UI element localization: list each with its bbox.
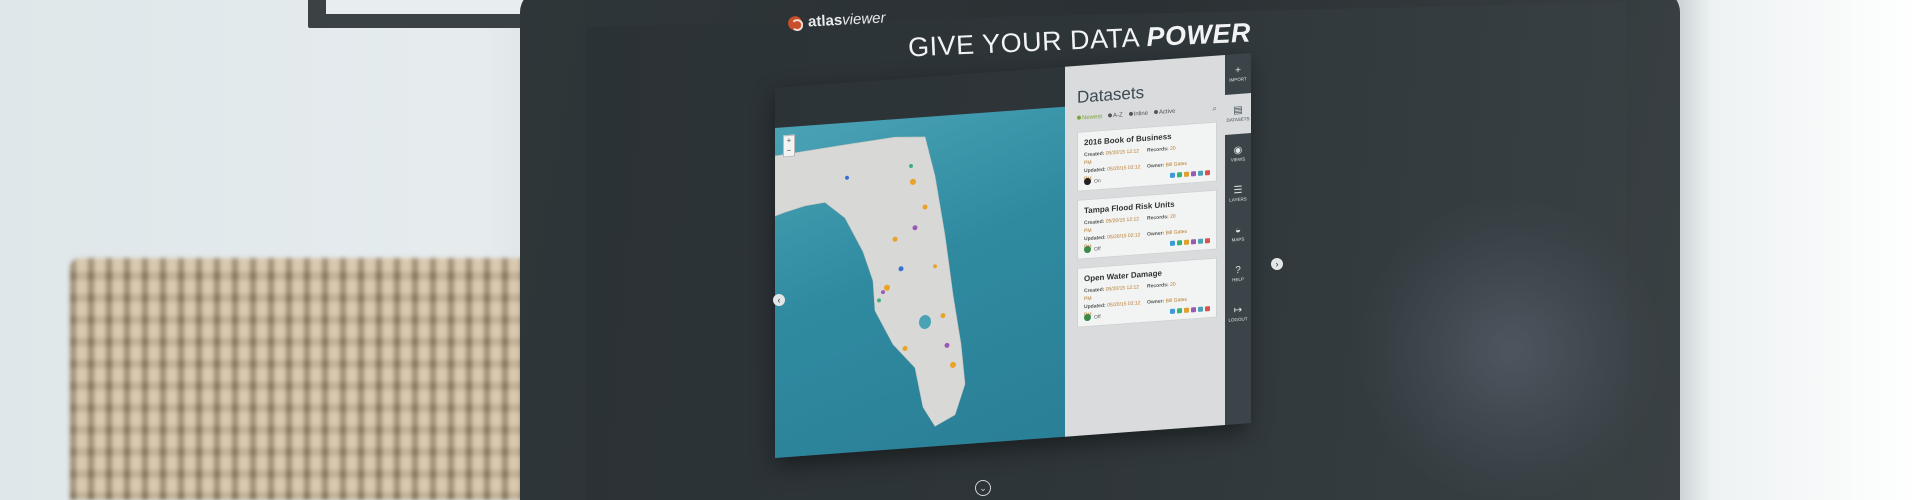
map-zoom-control[interactable]: + − — [783, 134, 795, 158]
sidebar-item-label: VIEWS — [1230, 156, 1246, 163]
edit-icon[interactable] — [1184, 171, 1189, 177]
dataset-tools — [1170, 306, 1210, 314]
edit-icon[interactable] — [1184, 307, 1189, 313]
delete-icon[interactable] — [1205, 170, 1210, 176]
sidebar-item-datasets[interactable]: ▤ DATASETS — [1225, 93, 1251, 135]
user-icon[interactable] — [1191, 307, 1196, 313]
dataset-card[interactable]: Tampa Flood Risk Units Created: 05/20/15… — [1077, 189, 1217, 260]
share-icon[interactable] — [1198, 306, 1203, 312]
sort-inline[interactable]: Inline — [1128, 111, 1148, 118]
share-icon[interactable] — [1198, 238, 1203, 244]
views-icon: ◉ — [1233, 144, 1243, 157]
sidebar-item-label: HELP — [1232, 276, 1244, 283]
view-icon[interactable] — [1177, 172, 1182, 178]
dataset-card[interactable]: 2016 Book of Business Created: 05/20/15 … — [1077, 121, 1217, 192]
status-label: On — [1094, 177, 1101, 185]
status-toggle[interactable] — [1084, 177, 1091, 186]
florida-map[interactable]: + − — [775, 105, 1075, 459]
database-icon: ▤ — [1233, 104, 1243, 117]
user-icon[interactable] — [1191, 239, 1196, 245]
layers-icon: ☰ — [1233, 184, 1243, 197]
hero-headline-emphasis: POWER — [1145, 17, 1252, 53]
delete-icon[interactable] — [1205, 238, 1210, 244]
sort-newest[interactable]: Newest — [1077, 114, 1102, 122]
status-toggle[interactable] — [1084, 313, 1091, 322]
zoom-out-button[interactable]: − — [784, 146, 794, 157]
search-icon[interactable]: ⌕ — [1213, 104, 1217, 114]
lens-flare — [1360, 200, 1660, 500]
atlas-logo-icon — [787, 15, 803, 31]
logout-icon: ↦ — [1233, 304, 1243, 317]
sidebar-item-label: LOGOUT — [1228, 316, 1248, 323]
carousel-next-button[interactable]: › — [1271, 258, 1283, 270]
background-window-light — [1660, 0, 1920, 500]
view-icon[interactable] — [1177, 240, 1182, 246]
dataset-sort-options: Newest A-Z Inline Active ⌕ — [1077, 104, 1217, 124]
sort-active[interactable]: Active — [1154, 109, 1175, 117]
sidebar-item-help[interactable]: ? HELP — [1225, 253, 1251, 295]
refresh-icon[interactable] — [1170, 240, 1175, 246]
status-toggle[interactable] — [1084, 245, 1091, 254]
app-sidebar: + IMPORT ▤ DATASETS ◉ VIEWS ☰ LAYERS ◒ MAPS ?… — [1225, 53, 1251, 425]
app-preview-window: + − Datasets Newest A-Z Inline Active ⌕ … — [775, 53, 1251, 459]
sidebar-item-label: IMPORT — [1229, 76, 1247, 83]
sidebar-item-logout[interactable]: ↦ LOGOUT — [1225, 293, 1251, 335]
share-icon[interactable] — [1198, 170, 1203, 176]
datasets-panel: Datasets Newest A-Z Inline Active ⌕ 2016… — [1065, 54, 1225, 437]
sidebar-item-label: MAPS — [1231, 236, 1245, 243]
carousel-prev-button[interactable]: ‹ — [773, 294, 785, 306]
sidebar-item-label: LAYERS — [1229, 196, 1247, 203]
status-label: Off — [1094, 245, 1101, 253]
dataset-card[interactable]: Open Water Damage Created: 05/20/15 12:1… — [1077, 257, 1217, 328]
background-wicker-chair — [70, 258, 560, 500]
dataset-tools — [1170, 170, 1210, 178]
refresh-icon[interactable] — [1170, 308, 1175, 314]
sidebar-item-import[interactable]: + IMPORT — [1225, 53, 1251, 95]
edit-icon[interactable] — [1184, 239, 1189, 245]
view-icon[interactable] — [1177, 308, 1182, 314]
sort-a-z[interactable]: A-Z — [1108, 112, 1123, 119]
dataset-tools — [1170, 238, 1210, 246]
florida-landmass — [775, 136, 966, 427]
sidebar-item-views[interactable]: ◉ VIEWS — [1225, 133, 1251, 175]
delete-icon[interactable] — [1205, 306, 1210, 312]
plus-icon: + — [1235, 64, 1241, 77]
globe-icon: ◒ — [1234, 224, 1242, 237]
scroll-down-button[interactable]: ⌄ — [975, 480, 991, 496]
refresh-icon[interactable] — [1170, 172, 1175, 178]
user-icon[interactable] — [1191, 171, 1196, 177]
datasets-title: Datasets — [1077, 82, 1145, 107]
sidebar-item-label: DATASETS — [1226, 116, 1250, 123]
help-icon: ? — [1235, 264, 1241, 277]
sidebar-item-layers[interactable]: ☰ LAYERS — [1225, 173, 1251, 215]
sidebar-item-maps[interactable]: ◒ MAPS — [1225, 213, 1251, 255]
status-label: Off — [1094, 313, 1101, 321]
